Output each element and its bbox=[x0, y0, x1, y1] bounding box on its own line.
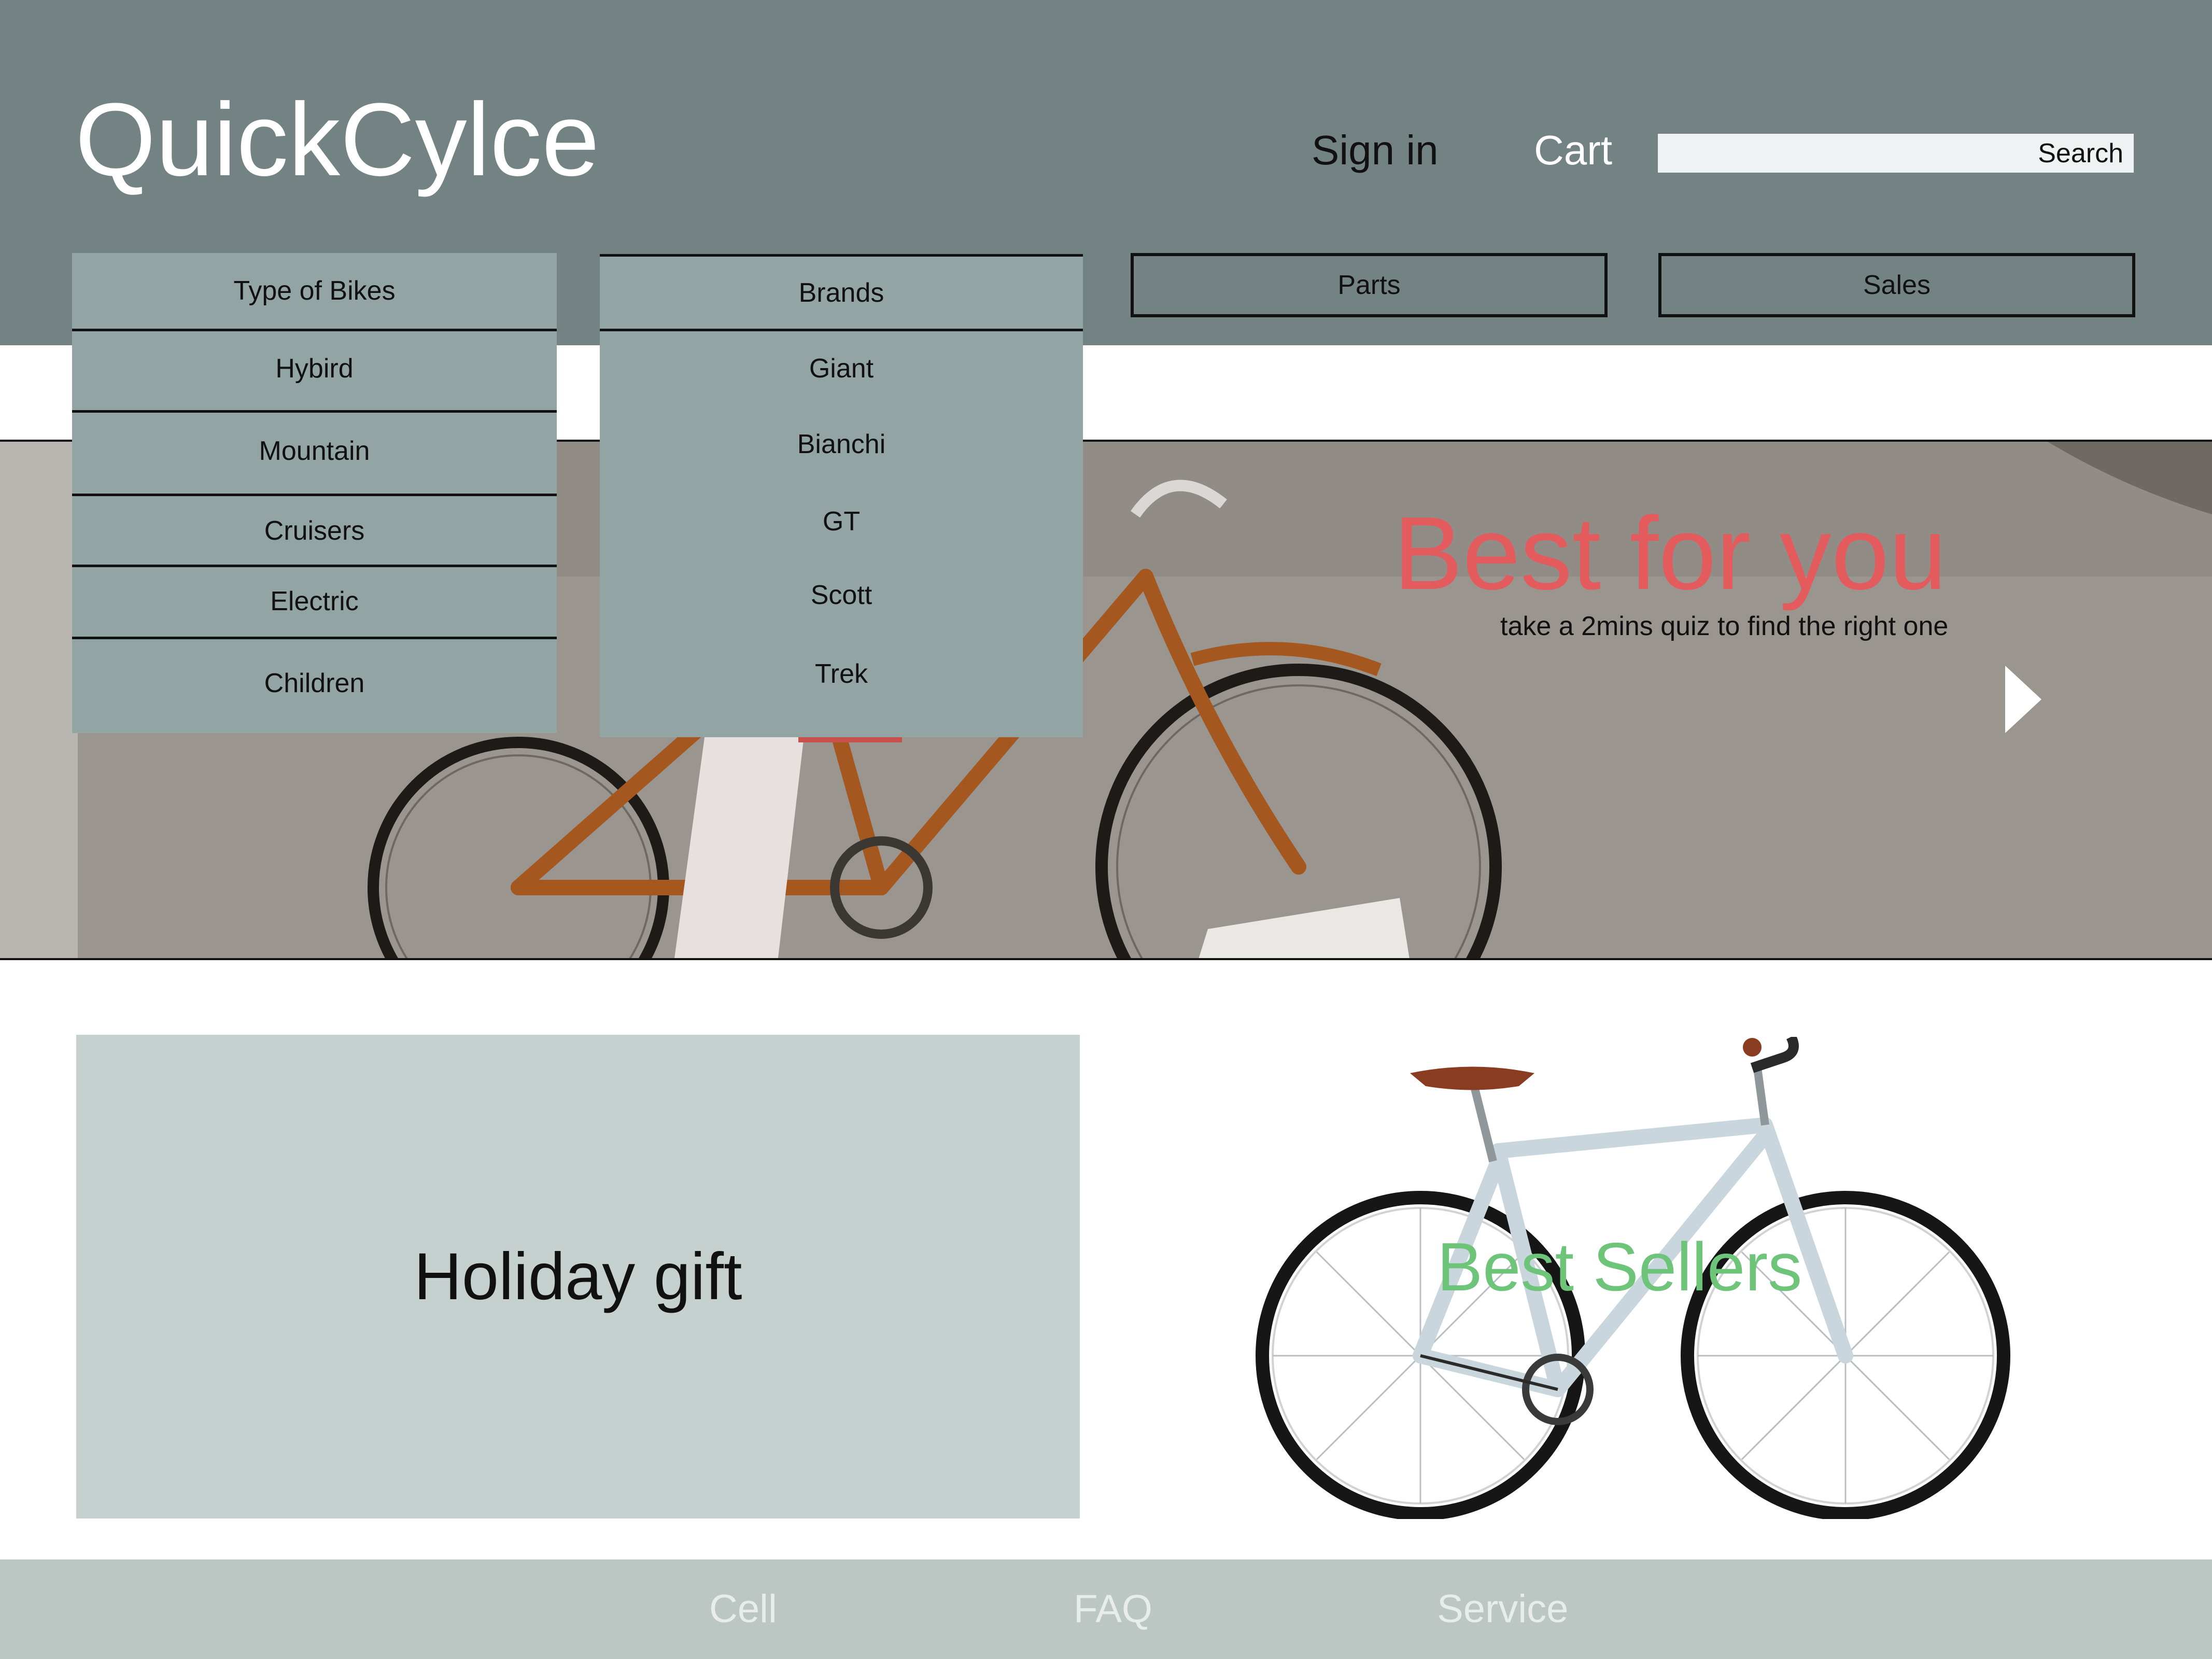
search-input[interactable]: Search bbox=[1658, 134, 2134, 173]
type-of-bikes-menu-button[interactable]: Type of Bikes bbox=[72, 253, 557, 328]
dropdown-item-children[interactable]: Children bbox=[72, 639, 557, 727]
holiday-gift-card[interactable]: Holiday gift bbox=[76, 1035, 1080, 1519]
dropdown-item-trek[interactable]: Trek bbox=[600, 630, 1083, 718]
hero-title: Best for you bbox=[1393, 496, 1947, 611]
brands-dropdown: Brands Giant Bianchi GT Scott Trek bbox=[600, 254, 1083, 737]
search-button[interactable]: Search bbox=[2038, 140, 2123, 167]
dropdown-item-hybird[interactable]: Hybird bbox=[72, 331, 557, 406]
type-of-bikes-dropdown: Type of Bikes Hybird Mountain Cruisers E… bbox=[72, 253, 557, 733]
brands-menu-button[interactable]: Brands bbox=[600, 257, 1083, 329]
nav-parts-button[interactable]: Parts bbox=[1131, 253, 1608, 317]
dropdown-item-bianchi[interactable]: Bianchi bbox=[600, 406, 1083, 483]
footer-link-service[interactable]: Service bbox=[1437, 1590, 1568, 1629]
cart-link[interactable]: Cart bbox=[1534, 130, 1612, 171]
footer-link-cell[interactable]: Cell bbox=[709, 1590, 777, 1629]
footer-link-faq[interactable]: FAQ bbox=[1074, 1590, 1152, 1629]
dropdown-item-scott[interactable]: Scott bbox=[600, 560, 1083, 630]
dropdown-item-cruisers[interactable]: Cruisers bbox=[72, 496, 557, 565]
dropdown-item-gt[interactable]: GT bbox=[600, 483, 1083, 560]
site-logo[interactable]: QuickCylce bbox=[75, 88, 599, 192]
nav-sales-button[interactable]: Sales bbox=[1658, 253, 2135, 317]
hero-subtitle[interactable]: take a 2mins quiz to find the right one bbox=[1500, 613, 1948, 640]
dropdown-item-mountain[interactable]: Mountain bbox=[72, 413, 557, 489]
sign-in-link[interactable]: Sign in bbox=[1312, 130, 1439, 171]
dropdown-item-electric[interactable]: Electric bbox=[72, 567, 557, 636]
carousel-next-icon[interactable] bbox=[2005, 666, 2041, 733]
best-sellers-label[interactable]: Best Sellers bbox=[1437, 1233, 1802, 1301]
dropdown-item-giant[interactable]: Giant bbox=[600, 331, 1083, 406]
holiday-gift-label: Holiday gift bbox=[414, 1240, 742, 1314]
